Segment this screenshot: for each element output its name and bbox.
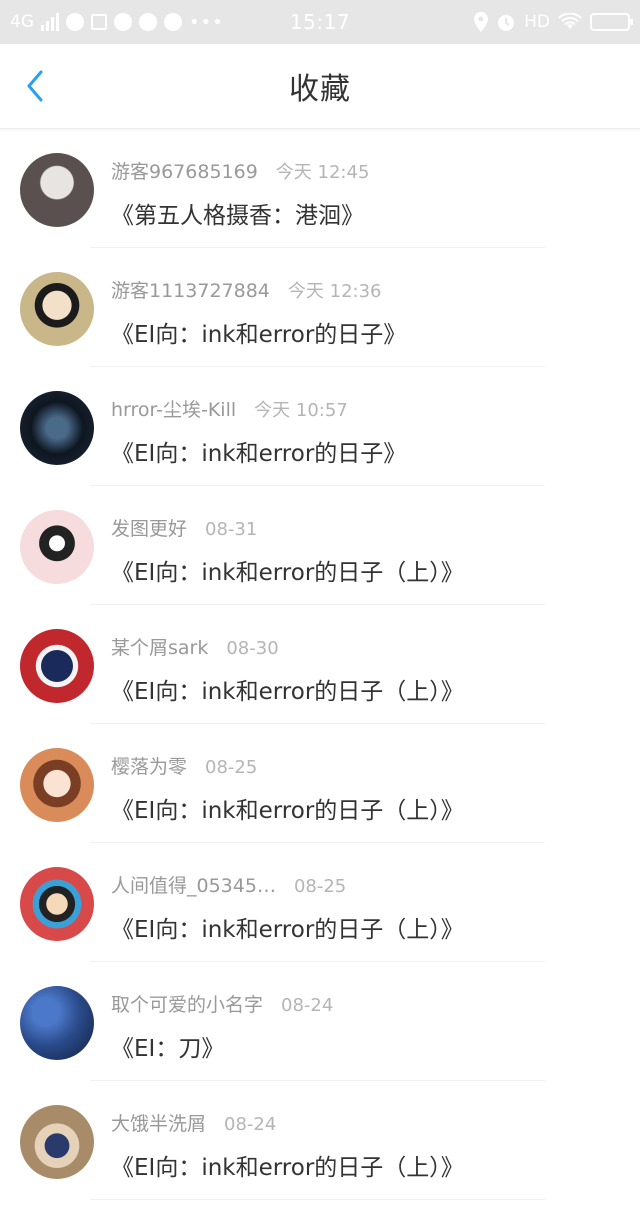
favorite-item[interactable]: 人间值得_05345… 08-25 《EI向：ink和error的日子（上）》: [0, 843, 640, 962]
work-title[interactable]: 《EI向：ink和error的日子（上）》: [111, 791, 464, 825]
item-meta: 樱落为零 08-25: [111, 752, 257, 779]
avatar[interactable]: [20, 986, 94, 1060]
avatar[interactable]: [20, 1105, 94, 1179]
work-title[interactable]: 《EI向：ink和error的日子（上）》: [111, 672, 464, 706]
username[interactable]: hrror-尘埃-Kill: [111, 395, 236, 422]
avatar[interactable]: [20, 153, 94, 227]
timestamp: 08-31: [205, 519, 258, 540]
timestamp: 08-24: [224, 1114, 277, 1135]
message-icon: [164, 13, 182, 31]
item-meta: 大饿半洗屑 08-24: [111, 1109, 276, 1136]
username[interactable]: 大饿半洗屑: [111, 1109, 206, 1136]
location-icon: [474, 12, 489, 32]
signal-icon: [41, 13, 59, 31]
hd-indicator: HD: [524, 12, 550, 32]
alarm-icon: [498, 15, 515, 31]
chevron-left-icon: [27, 70, 43, 102]
avatar[interactable]: [20, 272, 94, 346]
username[interactable]: 人间值得_05345…: [111, 871, 276, 898]
username[interactable]: 取个可爱的小名字: [111, 990, 263, 1017]
favorite-item[interactable]: 发图更好 08-31 《EI向：ink和error的日子（上）》: [0, 486, 640, 605]
work-title[interactable]: 《EI向：ink和error的日子》: [111, 434, 406, 468]
item-meta: 游客1113727884 今天 12:36: [111, 276, 382, 303]
favorite-item[interactable]: 取个可爱的小名字 08-24 《EI：刀》: [0, 962, 640, 1081]
avatar-image: [20, 629, 94, 703]
item-meta: 某个屑sark 08-30: [111, 633, 279, 660]
username[interactable]: 发图更好: [111, 514, 187, 541]
work-title[interactable]: 《EI向：ink和error的日子》: [111, 315, 406, 349]
avatar-image: [20, 867, 94, 941]
timestamp: 今天 10:57: [254, 400, 348, 421]
username[interactable]: 樱落为零: [111, 752, 187, 779]
work-title[interactable]: 《EI向：ink和error的日子（上）》: [111, 910, 464, 944]
work-title[interactable]: 《EI向：ink和error的日子（上）》: [111, 553, 464, 587]
status-bar: 4G ••• 15:17 HD: [0, 0, 640, 44]
work-title[interactable]: 《第五人格摄香：港洄》: [111, 196, 364, 230]
item-meta: 人间值得_05345… 08-25: [111, 871, 346, 898]
status-left: 4G •••: [10, 12, 224, 33]
avatar[interactable]: [20, 510, 94, 584]
item-meta: hrror-尘埃-Kill 今天 10:57: [111, 395, 348, 422]
wifi-icon: [558, 13, 582, 29]
item-meta: 取个可爱的小名字 08-24: [111, 990, 333, 1017]
app-notification-icon: [91, 14, 107, 30]
avatar-image: [20, 153, 94, 227]
back-button[interactable]: [22, 66, 48, 106]
timestamp: 08-24: [281, 995, 334, 1016]
more-notifications-icon: •••: [189, 11, 224, 33]
timestamp: 08-25: [205, 757, 258, 778]
avatar-image: [20, 1105, 94, 1179]
username[interactable]: 游客967685169: [111, 157, 258, 184]
favorite-item[interactable]: 樱落为零 08-25 《EI向：ink和error的日子（上）》: [0, 724, 640, 843]
favorites-list: 游客967685169 今天 12:45 《第五人格摄香：港洄》 游客11137…: [0, 129, 640, 1200]
avatar[interactable]: [20, 867, 94, 941]
page-title: 收藏: [289, 72, 351, 107]
avatar-image: [20, 986, 94, 1060]
timestamp: 今天 12:45: [275, 162, 370, 183]
avatar[interactable]: [20, 629, 94, 703]
timestamp: 今天 12:36: [287, 281, 382, 302]
avatar-image: [20, 748, 94, 822]
avatar-image: [20, 391, 94, 465]
work-title[interactable]: 《EI向：ink和error的日子（上）》: [111, 1148, 464, 1182]
status-time: 15:17: [289, 10, 351, 34]
avatar-image: [20, 510, 94, 584]
favorite-item[interactable]: 大饿半洗屑 08-24 《EI向：ink和error的日子（上）》: [0, 1081, 640, 1200]
item-meta: 发图更好 08-31: [111, 514, 257, 541]
favorite-item[interactable]: 游客1113727884 今天 12:36 《EI向：ink和error的日子》: [0, 248, 640, 367]
item-meta: 游客967685169 今天 12:45: [111, 157, 369, 184]
work-title[interactable]: 《EI：刀》: [111, 1029, 224, 1063]
status-right: HD: [474, 12, 633, 32]
username[interactable]: 某个屑sark: [111, 633, 208, 660]
favorite-item[interactable]: 某个屑sark 08-30 《EI向：ink和error的日子（上）》: [0, 605, 640, 724]
network-type: 4G: [10, 12, 34, 32]
wechat-icon: [139, 13, 157, 31]
timestamp: 08-25: [293, 876, 347, 897]
username[interactable]: 游客1113727884: [111, 276, 270, 303]
header: 收藏: [0, 44, 640, 129]
timestamp: 08-30: [226, 638, 279, 659]
avatar-image: [20, 272, 94, 346]
app-notification-icon: [66, 13, 84, 31]
app-notification-icon: [114, 13, 132, 31]
battery-icon: [590, 13, 633, 31]
favorite-item[interactable]: 游客967685169 今天 12:45 《第五人格摄香：港洄》: [0, 129, 640, 248]
favorite-item[interactable]: hrror-尘埃-Kill 今天 10:57 《EI向：ink和error的日子…: [0, 367, 640, 486]
avatar[interactable]: [20, 391, 94, 465]
avatar[interactable]: [20, 748, 94, 822]
